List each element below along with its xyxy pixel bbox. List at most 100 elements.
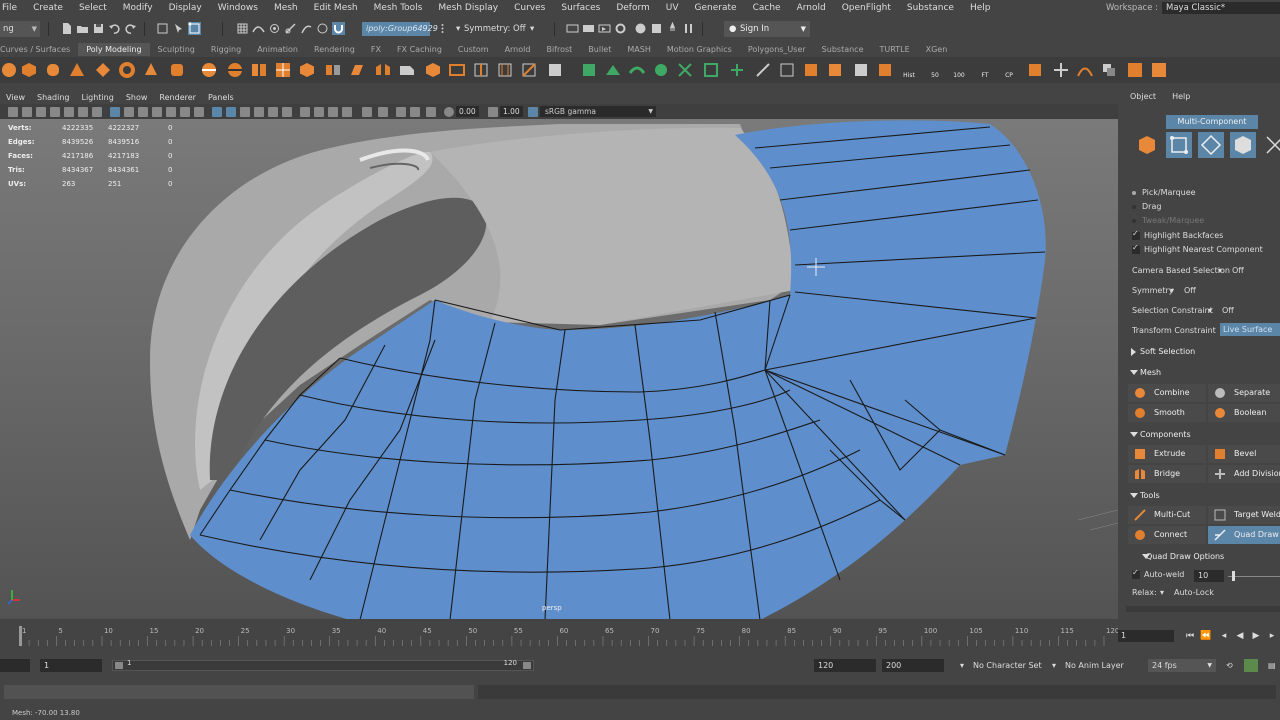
color-management-icon[interactable] — [528, 107, 538, 117]
grid-icon[interactable] — [92, 107, 102, 117]
shelf-tab-mash[interactable]: MASH — [619, 43, 658, 56]
shelf-tab-motion-graphics[interactable]: Motion Graphics — [659, 43, 740, 56]
hud-toggle-icon[interactable] — [328, 107, 338, 117]
target-weld-icon[interactable] — [546, 61, 564, 79]
combine-button[interactable]: Combine — [1128, 384, 1206, 402]
multi-cut-button[interactable]: Multi-Cut — [1128, 506, 1206, 524]
shadows-icon[interactable] — [194, 107, 204, 117]
shelf-tab-custom[interactable]: Custom — [450, 43, 497, 56]
perspective-viewport[interactable] — [0, 119, 1118, 619]
motion-blur-icon[interactable] — [268, 107, 278, 117]
menu-generate[interactable]: Generate — [687, 3, 745, 13]
redo-icon[interactable] — [124, 22, 137, 35]
snap-together-icon[interactable] — [1026, 61, 1044, 79]
bridge-button[interactable]: Bridge — [1128, 465, 1206, 483]
auto-weld-slider-handle[interactable] — [1232, 571, 1235, 581]
time-slider[interactable]: 1 5 10 15 20 25 30 35 40 45 50 55 60 65 70 75 80 85 90 95 10… — [0, 622, 1118, 648]
shelf-tab-xgen[interactable]: XGen — [918, 43, 956, 56]
tools-section[interactable]: Tools — [1124, 488, 1280, 504]
go-to-start-icon[interactable]: ⏮ — [1184, 630, 1196, 642]
render-view-icon[interactable] — [650, 22, 663, 35]
highlight-nearest-checkbox[interactable]: Highlight Nearest Component — [1132, 243, 1263, 254]
freeze-transform-button[interactable]: FT — [976, 61, 994, 79]
menu-create[interactable]: Create — [25, 3, 71, 13]
panel-menu-renderer[interactable]: Renderer — [153, 92, 202, 104]
menu-mesh[interactable]: Mesh — [266, 3, 306, 13]
step-forward-frame-icon[interactable]: ▸ — [1266, 630, 1278, 642]
render-sequence-icon[interactable] — [582, 22, 595, 35]
poly-cone-icon[interactable] — [68, 61, 86, 79]
merge-icon[interactable] — [826, 61, 844, 79]
current-time-indicator[interactable] — [19, 626, 22, 646]
snap-view-icon[interactable] — [284, 22, 297, 35]
current-frame-field[interactable]: 1 — [1118, 630, 1174, 642]
group-icon[interactable] — [1150, 61, 1168, 79]
multi-cut-icon[interactable] — [520, 61, 538, 79]
step-back-frame-icon[interactable]: ◂ — [1218, 630, 1230, 642]
pick-marquee-option[interactable]: Pick/Marquee — [1132, 188, 1196, 197]
shelf-tab-animation[interactable]: Animation — [249, 43, 306, 56]
extrude-button[interactable]: Extrude — [1128, 445, 1206, 463]
select-object-icon[interactable] — [172, 22, 185, 35]
live-object-field[interactable]: ipoly:Group64929 — [362, 22, 438, 36]
menu-display[interactable]: Display — [161, 3, 210, 13]
mesh-section[interactable]: Mesh — [1124, 365, 1280, 381]
fifty-percent-button[interactable]: 50 — [926, 61, 944, 79]
snap-live-icon[interactable] — [316, 22, 329, 35]
menu-surfaces[interactable]: Surfaces — [553, 3, 608, 13]
cut-uv-icon[interactable] — [728, 61, 746, 79]
xray-joints-icon[interactable] — [226, 107, 236, 117]
menu-edit-mesh[interactable]: Edit Mesh — [306, 3, 366, 13]
shelf-tab-fx[interactable]: FX — [363, 43, 389, 56]
extrude-icon[interactable] — [348, 61, 366, 79]
shelf-tab-sculpting[interactable]: Sculpting — [150, 43, 203, 56]
workspace-dropdown[interactable]: Maya Classic* — [1162, 1, 1280, 14]
open-scene-icon[interactable] — [76, 22, 89, 35]
relax-value[interactable]: Auto-Lock — [1174, 588, 1214, 597]
shelf-tab-poly-modeling[interactable]: Poly Modeling — [78, 43, 150, 56]
play-forward-icon[interactable]: ▶ — [1250, 630, 1262, 642]
range-start-handle[interactable] — [115, 662, 123, 669]
extract-icon[interactable] — [250, 61, 268, 79]
menu-curves[interactable]: Curves — [506, 3, 553, 13]
range-end-handle[interactable] — [523, 662, 531, 669]
hypershade-icon[interactable] — [634, 22, 647, 35]
step-back-key-icon[interactable]: ⏪ — [1200, 630, 1212, 642]
auto-key-icon[interactable] — [1244, 659, 1258, 672]
chamfer-icon[interactable] — [876, 61, 894, 79]
add-divisions-button[interactable]: Add Divisions — [1208, 465, 1280, 483]
more-icon[interactable] — [436, 22, 449, 35]
safe-title-icon[interactable] — [410, 107, 420, 117]
gate-mask-icon[interactable] — [362, 107, 372, 117]
menu-modify[interactable]: Modify — [115, 3, 161, 13]
poly-sphere-icon[interactable] — [0, 61, 18, 79]
select-component-icon[interactable] — [188, 22, 201, 35]
textured-icon[interactable] — [166, 107, 176, 117]
shelf-tab-curves-surfaces[interactable]: Curves / Surfaces — [0, 43, 78, 56]
gamma-icon[interactable] — [488, 107, 498, 117]
menu-arnold[interactable]: Arnold — [789, 3, 834, 13]
bookmarks-icon[interactable] — [36, 107, 46, 117]
poly-prism-icon[interactable] — [142, 61, 160, 79]
snap-magnet-icon[interactable] — [332, 22, 345, 35]
bridge-icon[interactable] — [374, 61, 392, 79]
tweak-marquee-option[interactable]: Tweak/Marquee — [1132, 216, 1204, 225]
snap-curve-icon[interactable] — [252, 22, 265, 35]
panel-menu-shading[interactable]: Shading — [31, 92, 76, 104]
preferences-icon[interactable]: ▤ — [1268, 659, 1276, 672]
duplicate-icon[interactable] — [1100, 61, 1118, 79]
animation-start-field[interactable]: 1 — [40, 659, 102, 672]
offset-loop-icon[interactable] — [496, 61, 514, 79]
soft-selection-section[interactable]: Soft Selection — [1124, 344, 1280, 360]
drag-option[interactable]: Drag — [1132, 202, 1161, 211]
render-settings-icon[interactable] — [614, 22, 627, 35]
render-frame-icon[interactable] — [566, 22, 579, 35]
collapse-icon[interactable] — [852, 61, 870, 79]
quad-draw-button[interactable]: Quad Draw — [1208, 526, 1280, 544]
menu-deform[interactable]: Deform — [608, 3, 657, 13]
symmetry-value[interactable]: Off — [1184, 286, 1196, 295]
select-hierarchy-icon[interactable] — [156, 22, 169, 35]
shelf-tab-bifrost[interactable]: Bifrost — [538, 43, 580, 56]
poly-cylinder-icon[interactable] — [44, 61, 62, 79]
boolean-button[interactable]: Boolean — [1208, 404, 1280, 422]
